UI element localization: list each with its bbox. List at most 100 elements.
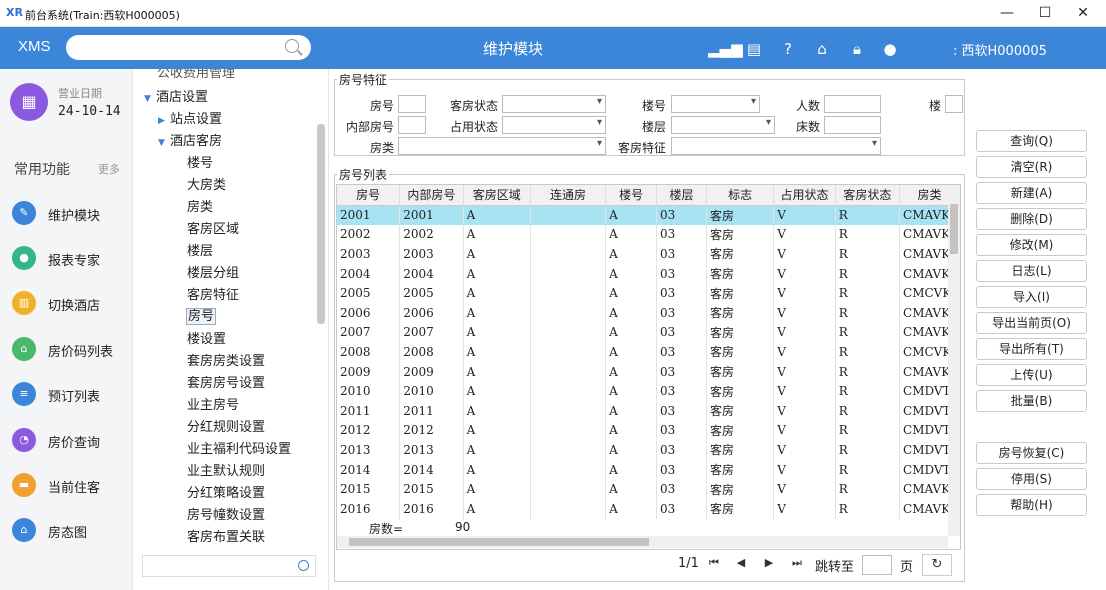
export-page-button[interactable]: 导出当前页(O) xyxy=(976,312,1087,334)
home-icon[interactable]: ⌂ xyxy=(813,40,831,58)
tree-item[interactable]: 业主福利代码设置 xyxy=(187,438,291,457)
inner-no-input[interactable] xyxy=(398,116,426,134)
room-type-select[interactable] xyxy=(398,137,606,155)
tree-item[interactable]: 分红规则设置 xyxy=(187,416,265,435)
tree-item[interactable]: 楼号 xyxy=(187,152,213,171)
nav-item-in-house[interactable]: ▬ 当前住客 xyxy=(12,471,130,499)
floor-partial-input[interactable] xyxy=(945,95,963,113)
global-search-input[interactable] xyxy=(66,35,311,60)
tree-search-input[interactable] xyxy=(142,555,316,577)
close-button[interactable]: ✕ xyxy=(1066,2,1100,24)
column-header[interactable]: 楼号 xyxy=(605,185,658,206)
beds-input[interactable] xyxy=(824,116,881,134)
tree-item[interactable]: 业主默认规则 xyxy=(187,460,265,479)
search-icon[interactable] xyxy=(298,560,309,571)
lock-icon[interactable]: 🔒︎ xyxy=(848,40,866,58)
nav-item-rate-codes[interactable]: ⌂ 房价码列表 xyxy=(12,335,130,363)
column-header[interactable]: 房号 xyxy=(337,185,401,206)
table-row[interactable]: 2006 2006 A A 03 客房 V R CMAVK( xyxy=(337,302,960,323)
tree-item[interactable]: 楼层分组 xyxy=(187,262,239,281)
building-select[interactable] xyxy=(671,95,760,113)
user-icon[interactable]: ● xyxy=(881,40,899,58)
table-vertical-scrollbar[interactable] xyxy=(948,186,960,536)
tree-node-site-settings[interactable]: ▶ 站点设置 xyxy=(158,108,222,127)
disable-button[interactable]: 停用(S) xyxy=(976,468,1087,490)
nav-item-reservations[interactable]: ≡ 预订列表 xyxy=(12,380,130,408)
jump-page-input[interactable] xyxy=(862,555,892,575)
upload-button[interactable]: 上传(U) xyxy=(976,364,1087,386)
table-row[interactable]: 2004 2004 A A 03 客房 V R CMAVK( xyxy=(337,263,960,284)
nav-item-maintenance[interactable]: ✎ 维护模块 xyxy=(12,199,130,227)
new-button[interactable]: 新建(A) xyxy=(976,182,1087,204)
tree-item[interactable]: 大房类 xyxy=(187,174,226,193)
table-row[interactable]: 2003 2003 A A 03 客房 V R CMAVK( xyxy=(337,244,960,264)
query-button[interactable]: 查询(Q) xyxy=(976,130,1087,152)
room-table[interactable]: 房号 内部房号 客房区域 连通房 楼号 楼层 标志 占用状态 客房状态 房类 2001 2001 A A… xyxy=(336,184,961,550)
table-row[interactable]: 2002 2002 A A 03 客房 V R CMAVK( xyxy=(337,224,960,245)
nav-item-rate-query[interactable]: ◔ 房价查询 xyxy=(12,426,130,454)
tree-item[interactable]: 楼设置 xyxy=(187,328,226,347)
next-page-button[interactable]: ▶ xyxy=(760,556,778,569)
column-header[interactable]: 客房区域 xyxy=(463,185,531,206)
tree-item[interactable]: 公收费用管理 xyxy=(157,69,235,81)
column-header[interactable]: 内部房号 xyxy=(399,185,464,206)
tree-item[interactable]: 房类 xyxy=(187,196,213,215)
column-header[interactable]: 楼层 xyxy=(656,185,707,206)
tree-item[interactable]: 客房布置关联 xyxy=(187,526,265,545)
maximize-button[interactable]: ☐ xyxy=(1028,2,1062,24)
tree-item[interactable]: 套房房类设置 xyxy=(187,350,265,369)
last-page-button[interactable]: ⏭ xyxy=(788,556,806,570)
column-header[interactable]: 标志 xyxy=(706,185,775,206)
tree-item[interactable]: 套房房号设置 xyxy=(187,372,265,391)
signal-icon[interactable]: ▂▄▆ xyxy=(708,40,743,58)
occ-status-select[interactable] xyxy=(502,116,606,134)
prev-page-button[interactable]: ◀ xyxy=(732,556,750,569)
export-all-button[interactable]: 导出所有(T) xyxy=(976,338,1087,360)
import-button[interactable]: 导入(I) xyxy=(976,286,1087,308)
table-row[interactable]: 2009 2009 A A 03 客房 V R CMAVK( xyxy=(337,361,960,382)
restore-button[interactable]: 房号恢复(C) xyxy=(976,442,1087,464)
column-header[interactable]: 连通房 xyxy=(530,185,607,206)
table-horizontal-scrollbar[interactable] xyxy=(337,536,948,548)
table-row[interactable]: 2014 2014 A A 03 客房 V R CMDVT2 xyxy=(337,459,960,480)
help-button[interactable]: 帮助(H) xyxy=(976,494,1087,516)
tree-item[interactable]: 楼层 xyxy=(187,240,213,259)
first-page-button[interactable]: ⏮ xyxy=(705,556,723,570)
batch-button[interactable]: 批量(B) xyxy=(976,390,1087,412)
tree-scrollbar[interactable] xyxy=(317,124,325,324)
minimize-button[interactable]: — xyxy=(990,2,1024,24)
table-row[interactable]: 2015 2015 A A 03 客房 V R CMAVK( xyxy=(337,479,960,499)
delete-button[interactable]: 删除(D) xyxy=(976,208,1087,230)
tree-item[interactable]: 房号幢数设置 xyxy=(187,504,265,523)
tree-node-hotel-rooms[interactable]: ▼ 酒店客房 xyxy=(158,130,222,149)
feature-select[interactable] xyxy=(671,137,881,155)
nav-item-room-status[interactable]: ⌂ 房态图 xyxy=(12,516,130,544)
table-row[interactable]: 2013 2013 A A 03 客房 V R CMDVT2 xyxy=(337,440,960,460)
modify-button[interactable]: 修改(M) xyxy=(976,234,1087,256)
table-row[interactable]: 2008 2008 A A 03 客房 V R CMCVK4 xyxy=(337,342,960,362)
floor-select[interactable] xyxy=(671,116,775,134)
refresh-button[interactable]: ↻ xyxy=(922,554,952,576)
clipboard-icon[interactable]: ▤ xyxy=(745,40,763,58)
table-row[interactable]: 2005 2005 A A 03 客房 V R CMCVK4 xyxy=(337,283,960,303)
tree-item[interactable]: 分红策略设置 xyxy=(187,482,265,501)
tree-node-hotel-settings[interactable]: ▼ 酒店设置 xyxy=(144,86,208,105)
table-row[interactable]: 2012 2012 A A 03 客房 V R CMDVT2 xyxy=(337,420,960,441)
room-no-input[interactable] xyxy=(398,95,426,113)
table-row[interactable]: 2010 2010 A A 03 客房 V R CMDVT2 xyxy=(337,381,960,401)
column-header[interactable]: 占用状态 xyxy=(773,185,836,206)
table-row[interactable]: 2001 2001 A A 03 客房 V R CMAVK( xyxy=(337,205,960,225)
table-row[interactable]: 2011 2011 A A 03 客房 V R CMDVT2 xyxy=(337,400,960,421)
column-header[interactable]: 客房状态 xyxy=(835,185,901,206)
search-icon[interactable] xyxy=(285,39,299,53)
tree-item[interactable]: 客房区域 xyxy=(187,218,239,237)
nav-item-reports[interactable]: ● 报表专家 xyxy=(12,244,130,272)
help-icon[interactable]: ? xyxy=(779,40,797,58)
table-row[interactable]: 2016 2016 A A 03 客房 V R CMAVK( xyxy=(337,498,960,519)
tree-item[interactable]: 业主房号 xyxy=(187,394,239,413)
room-status-select[interactable] xyxy=(502,95,606,113)
table-row[interactable]: 2007 2007 A A 03 客房 V R CMAVK( xyxy=(337,322,960,343)
log-button[interactable]: 日志(L) xyxy=(976,260,1087,282)
clear-button[interactable]: 清空(R) xyxy=(976,156,1087,178)
tree-item-selected[interactable]: 房号 xyxy=(186,305,217,325)
